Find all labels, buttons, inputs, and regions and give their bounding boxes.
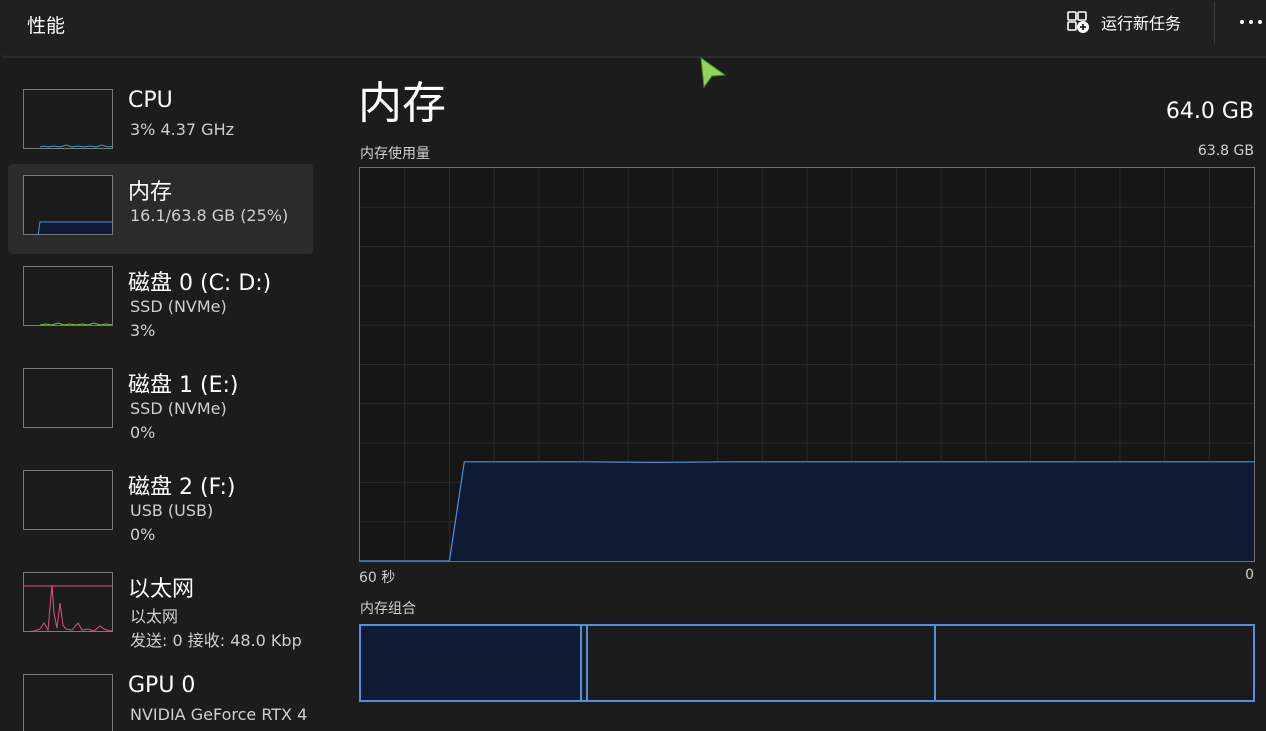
disk-2-title: 磁盘 2 (F:) <box>128 475 236 500</box>
ethernet-adapter: 以太网 <box>130 607 179 626</box>
sidebar-item-ethernet[interactable]: 以太网 以太网 发送: 0 接收: 48.0 Kbp <box>8 561 313 651</box>
disk-2-thumbnail-graph <box>23 470 113 530</box>
memory-composition-bar <box>359 624 1255 702</box>
disk-2-usage: 0% <box>130 525 156 544</box>
sidebar-item-gpu-0[interactable]: GPU 0 NVIDIA GeForce RTX 4 <box>8 663 313 731</box>
disk-1-title: 磁盘 1 (E:) <box>128 373 239 398</box>
more-options-button[interactable] <box>1238 10 1264 34</box>
sidebar-item-disk-1[interactable]: 磁盘 1 (E:) SSD (NVMe) 0% <box>8 357 313 447</box>
title-bar: 性能 运行新任务 <box>0 0 1266 58</box>
gpu-0-thumbnail-graph <box>23 674 113 731</box>
run-task-icon <box>1067 11 1089 33</box>
memory-thumbnail-graph <box>23 175 113 235</box>
x-axis-end-label: 0 <box>1245 567 1254 583</box>
disk-1-type: SSD (NVMe) <box>130 399 227 418</box>
disk-0-thumbnail-graph <box>23 266 113 326</box>
gpu-0-title: GPU 0 <box>128 673 196 698</box>
memory-usage-area <box>360 461 1254 561</box>
mouse-cursor-icon <box>700 57 727 89</box>
toolbar-divider <box>1214 2 1215 44</box>
disk-2-type: USB (USB) <box>130 501 214 520</box>
disk-1-usage: 0% <box>130 423 156 442</box>
gpu-0-model: NVIDIA GeForce RTX 4 <box>130 705 308 724</box>
memory-title: 内存 <box>128 180 173 205</box>
sidebar-item-memory[interactable]: 内存 16.1/63.8 GB (25%) <box>8 164 313 254</box>
sidebar-item-disk-2[interactable]: 磁盘 2 (F:) USB (USB) 0% <box>8 459 313 549</box>
run-new-task-button[interactable]: 运行新任务 <box>1066 9 1181 35</box>
memory-composition-label: 内存组合 <box>360 601 416 617</box>
composition-segment-in-use <box>361 626 582 700</box>
composition-segment-standby <box>588 626 936 700</box>
run-new-task-label: 运行新任务 <box>1101 14 1182 33</box>
sidebar-item-cpu[interactable]: CPU 3% 4.37 GHz <box>8 78 313 168</box>
memory-usage-label: 内存使用量 <box>360 146 430 162</box>
memory-usage-text: 16.1/63.8 GB (25%) <box>130 206 289 225</box>
disk-0-type: SSD (NVMe) <box>130 297 227 316</box>
disk-0-title: 磁盘 0 (C: D:) <box>128 271 272 296</box>
cpu-title: CPU <box>128 88 173 113</box>
memory-heading: 内存 <box>358 78 446 129</box>
ethernet-thumbnail-graph <box>23 572 113 632</box>
ethernet-title: 以太网 <box>128 577 195 602</box>
sidebar: CPU 3% 4.37 GHz 内存 16.1/63.8 GB (25%) 磁盘… <box>0 60 330 731</box>
page-title: 性能 <box>27 15 66 37</box>
cpu-thumbnail-graph <box>23 89 113 149</box>
ethernet-throughput: 发送: 0 接收: 48.0 Kbp <box>130 631 302 650</box>
sidebar-item-disk-0[interactable]: 磁盘 0 (C: D:) SSD (NVMe) 3% <box>8 255 313 345</box>
cpu-usage-text: 3% 4.37 GHz <box>130 120 235 139</box>
more-icon <box>1240 20 1262 24</box>
disk-0-usage: 3% <box>130 321 156 340</box>
memory-usage-max: 63.8 GB <box>1197 143 1254 159</box>
total-memory-capacity: 64.0 GB <box>1165 99 1254 124</box>
disk-1-thumbnail-graph <box>23 368 113 428</box>
composition-segment-free <box>936 626 1253 700</box>
memory-usage-chart <box>359 167 1255 562</box>
x-axis-start-label: 60 秒 <box>359 570 396 586</box>
